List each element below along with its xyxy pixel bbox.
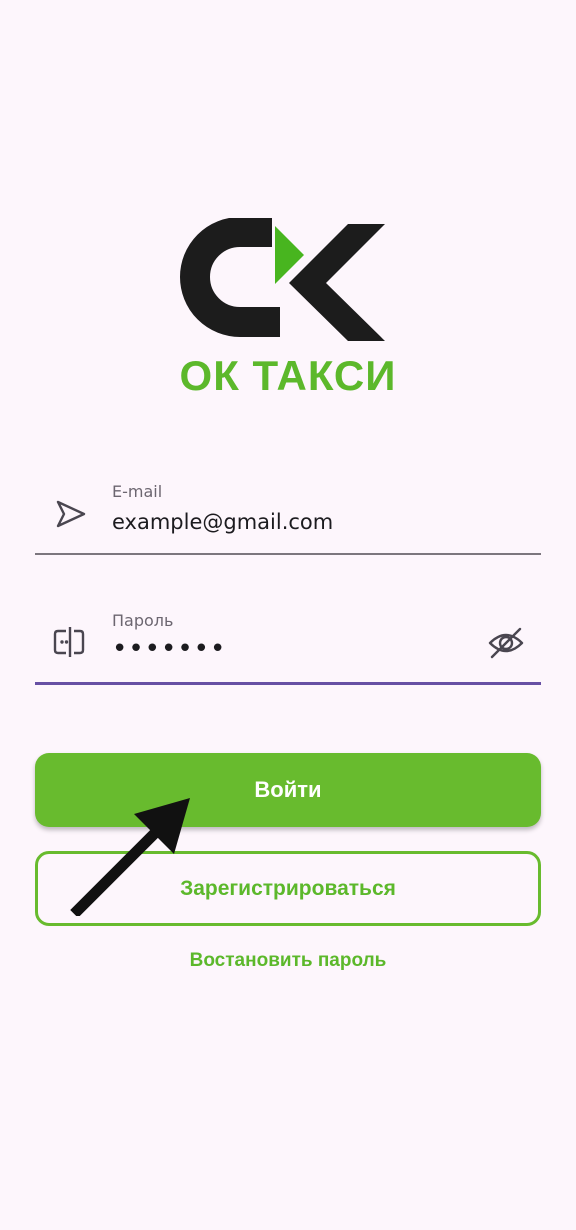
eye-off-icon[interactable]	[485, 622, 527, 664]
password-label: Пароль	[112, 611, 174, 630]
ok-taxi-logo-icon	[180, 217, 385, 341]
app-logo	[180, 217, 396, 348]
brand-name: ОК ТАКСИ	[179, 352, 397, 399]
send-arrow-icon	[51, 494, 91, 534]
password-field[interactable]: Пароль •••••••	[35, 600, 541, 685]
email-input[interactable]: example@gmail.com	[112, 510, 333, 534]
email-label: E-mail	[112, 482, 163, 501]
register-button[interactable]: Зарегистрироваться	[35, 851, 541, 926]
password-field-icon	[51, 622, 91, 662]
password-input[interactable]: •••••••	[112, 634, 226, 664]
restore-password-link[interactable]: Востановить пароль	[0, 950, 576, 972]
login-button[interactable]: Войти	[35, 753, 541, 827]
email-field[interactable]: E-mail example@gmail.com	[35, 470, 541, 555]
